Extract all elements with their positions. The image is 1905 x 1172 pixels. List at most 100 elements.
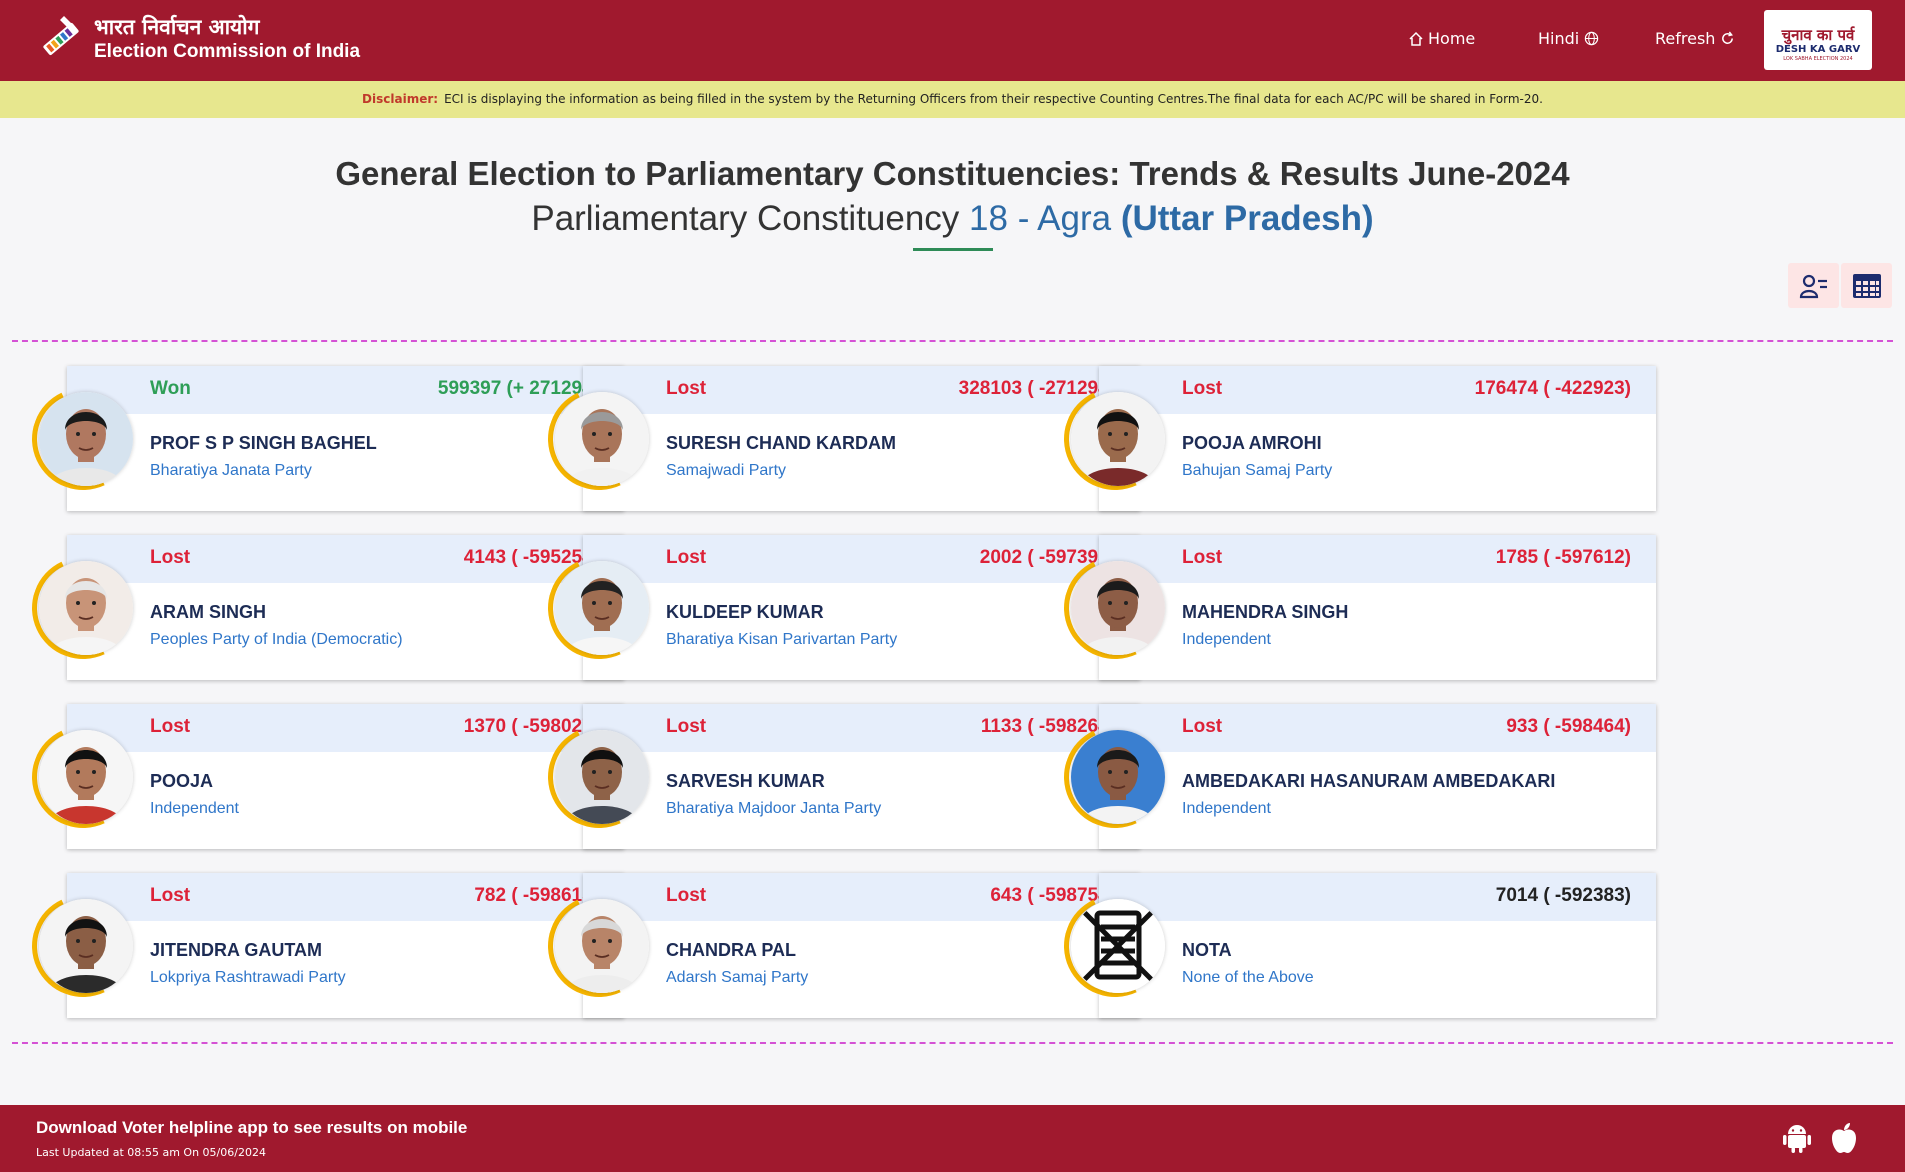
vote-count: 933 ( -598464) [1506, 716, 1631, 737]
person-photo-icon [39, 899, 133, 993]
person-photo-icon [39, 392, 133, 486]
party-name: Bahujan Samaj Party [1182, 462, 1333, 479]
candidate-name: POOJA [150, 771, 214, 791]
candidate-card[interactable]: Lost 933 ( -598464) AMBEDAKARI HASANURAM A… [1046, 704, 1656, 849]
person-photo-icon [555, 392, 649, 486]
constituency-prefix: Parliamentary Constituency [531, 199, 960, 238]
eci-logo[interactable]: भारत निर्वाचन आयोग Election Commission o… [34, 12, 360, 66]
nav-refresh-label: Refresh [1655, 29, 1716, 48]
nav-home[interactable]: Home [1408, 29, 1475, 48]
globe-icon [1585, 31, 1599, 46]
badge-tiny-text: LOK SABHA ELECTION 2024 [1783, 56, 1853, 62]
person-photo-icon [39, 730, 133, 824]
candidate-name: JITENDRA GAUTAM [150, 940, 322, 960]
badge-hindi-text: चुनाव का पर्व [1781, 26, 1855, 44]
party-name: Bharatiya Majdoor Janta Party [666, 800, 882, 817]
candidate-name: AMBEDAKARI HASANURAM AMBEDAKARI [1182, 771, 1556, 791]
title-underline [913, 248, 993, 251]
nota-symbol-icon [1071, 899, 1165, 993]
result-status: Lost [666, 547, 707, 568]
candidate-photo [555, 392, 649, 486]
candidate-card-body: 7014 ( -592383) NOTA None of the Above [1099, 873, 1656, 1018]
party-name: Samajwadi Party [666, 462, 787, 479]
nav-refresh[interactable]: Refresh [1655, 29, 1735, 48]
android-icon [1783, 1125, 1811, 1153]
site-footer: Download Voter helpline app to see resul… [0, 1105, 1905, 1172]
footer-last-updated: Last Updated at 08:55 am On 05/06/2024 [36, 1146, 266, 1159]
table-view-button[interactable] [1841, 263, 1892, 308]
disclaimer-bar: Disclaimer: ECI is displaying the informa… [0, 81, 1905, 118]
party-name: Bharatiya Kisan Parivartan Party [666, 631, 898, 648]
candidate-name: NOTA [1182, 940, 1232, 960]
ballot-logo-icon [34, 12, 88, 66]
result-status: Lost [150, 547, 191, 568]
candidate-card[interactable]: Lost 176474 ( -422923) POOJA AMROHI Bahujan… [1046, 366, 1656, 511]
chunav-ka-parv-logo: चुनाव का पर्व DESH KA GARV LOK SABHA ELE… [1764, 10, 1872, 70]
candidate-name: ARAM SINGH [150, 602, 266, 622]
result-status: Lost [666, 716, 707, 737]
candidate-photo [39, 561, 133, 655]
org-name-english: Election Commission of India [94, 41, 361, 62]
candidate-photo [39, 730, 133, 824]
result-status: Lost [666, 885, 707, 906]
candidate-name: SURESH CHAND KARDAM [666, 433, 897, 453]
candidate-card-body: Lost 1785 ( -597612) MAHENDRA SINGH Indepen… [1099, 535, 1656, 680]
divider-top [12, 340, 1893, 342]
candidate-photo [39, 899, 133, 993]
person-photo-icon [555, 899, 649, 993]
refresh-icon [1722, 31, 1734, 44]
disclaimer-text: ECI is displaying the information as bei… [444, 92, 1543, 106]
person-photo-icon [1071, 392, 1165, 486]
result-status: Lost [1182, 547, 1223, 568]
person-photo-icon [1071, 730, 1165, 824]
party-name: Lokpriya Rashtrawadi Party [150, 969, 346, 986]
constituency-title: Parliamentary Constituency 18 - Agra (Ut… [0, 199, 1905, 239]
candidate-photo [1071, 899, 1165, 993]
candidate-photo [555, 899, 649, 993]
home-icon [1409, 31, 1423, 46]
candidate-photo [555, 561, 649, 655]
party-name: Independent [1182, 631, 1271, 648]
candidate-card[interactable]: Lost 1785 ( -597612) MAHENDRA SINGH Indepen… [1046, 535, 1656, 680]
person-photo-icon [555, 561, 649, 655]
party-name: Independent [1182, 800, 1271, 817]
page-title: General Election to Parliamentary Consti… [335, 155, 1570, 192]
party-name: Independent [150, 800, 239, 817]
constituency-name: 18 - Agra [969, 199, 1112, 238]
candidate-name: CHANDRA PAL [666, 940, 796, 960]
vote-count: 7014 ( -592383) [1495, 885, 1631, 906]
result-status: Lost [666, 378, 707, 399]
table-icon [1852, 273, 1881, 298]
disclaimer-label: Disclaimer: [362, 92, 439, 106]
footer-download-text: Download Voter helpline app to see resul… [36, 1118, 468, 1137]
vote-count: 1785 ( -597612) [1495, 547, 1631, 568]
party-name: Adarsh Samaj Party [666, 969, 809, 986]
nav-hindi[interactable]: Hindi [1538, 29, 1599, 48]
result-status: Lost [150, 716, 191, 737]
person-photo-icon [39, 561, 133, 655]
nav-home-label: Home [1428, 29, 1476, 48]
candidate-card[interactable]: 7014 ( -592383) NOTA None of the Above [1046, 873, 1656, 1018]
result-status: Won [150, 378, 191, 399]
party-name: Peoples Party of India (Democratic) [150, 631, 403, 648]
candidate-name: SARVESH KUMAR [666, 771, 825, 791]
candidate-name: PROF S P SINGH BAGHEL [150, 433, 377, 453]
candidate-photo [555, 730, 649, 824]
party-name: Bharatiya Janata Party [150, 462, 312, 479]
candidate-name: KULDEEP KUMAR [666, 602, 824, 622]
person-photo-icon [555, 730, 649, 824]
org-name-hindi: भारत निर्वाचन आयोग [94, 15, 260, 39]
card-view-button[interactable] [1788, 263, 1839, 308]
divider-bottom [12, 1042, 1893, 1044]
apple-app-link[interactable] [1830, 1122, 1858, 1158]
user-list-icon [1799, 274, 1827, 298]
candidate-photo [1071, 561, 1165, 655]
candidate-name: POOJA AMROHI [1182, 433, 1322, 453]
candidate-photo [39, 392, 133, 486]
apple-icon [1832, 1123, 1856, 1153]
vote-count: 176474 ( -422923) [1474, 378, 1631, 399]
result-status: Lost [1182, 378, 1223, 399]
result-status: Lost [150, 885, 191, 906]
candidate-photo [1071, 392, 1165, 486]
android-app-link[interactable] [1782, 1122, 1812, 1158]
